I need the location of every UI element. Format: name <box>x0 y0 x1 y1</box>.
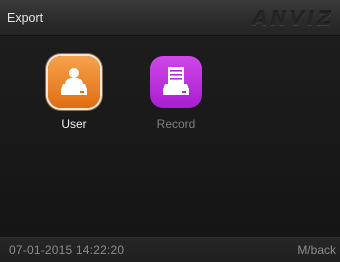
menu-area: User Record <box>0 36 340 236</box>
record-export-icon <box>150 56 202 108</box>
menu-item-record[interactable]: Record <box>138 56 214 131</box>
back-hint: M/back <box>297 243 336 257</box>
menu-item-user[interactable]: User <box>36 56 112 131</box>
user-export-icon <box>48 56 100 108</box>
menu-item-label: User <box>61 117 87 131</box>
menu-item-label: Record <box>156 117 196 131</box>
page-title: Export <box>7 11 44 25</box>
title-bar: Export ANVIZ <box>0 0 340 36</box>
status-bar: 07-01-2015 14:22:20 M/back <box>0 237 340 262</box>
brand-logo: ANVIZ <box>252 8 334 30</box>
datetime: 07-01-2015 14:22:20 <box>9 243 125 257</box>
